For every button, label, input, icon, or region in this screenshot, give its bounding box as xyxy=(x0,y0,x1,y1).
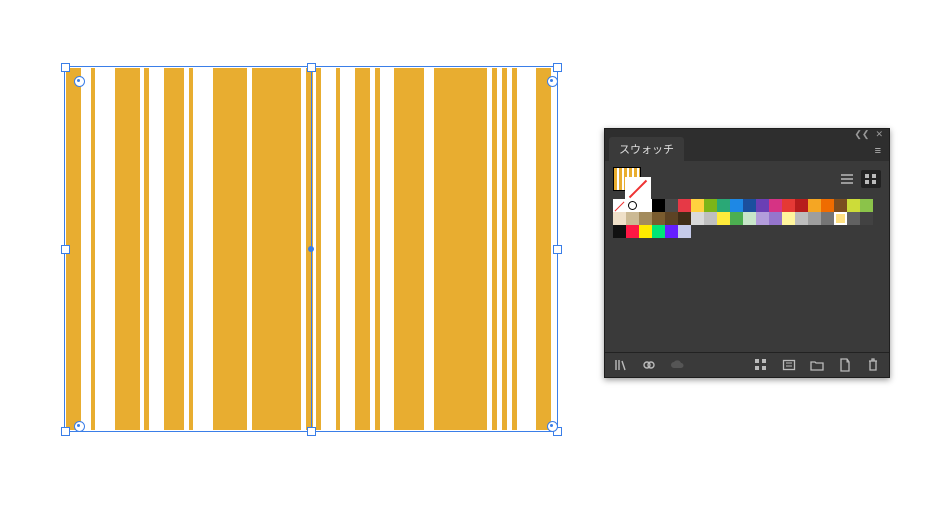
close-icon[interactable]: ✕ xyxy=(875,130,883,139)
libraries-icon[interactable] xyxy=(613,357,629,373)
swatch[interactable] xyxy=(652,212,665,225)
swatch[interactable] xyxy=(678,199,691,212)
swatch[interactable] xyxy=(821,212,834,225)
panel-footer xyxy=(605,352,889,377)
delete-icon[interactable] xyxy=(865,357,881,373)
swatch[interactable] xyxy=(691,212,704,225)
swatch[interactable] xyxy=(743,212,756,225)
swatch[interactable] xyxy=(626,199,639,212)
swatch[interactable] xyxy=(665,199,678,212)
swatch[interactable] xyxy=(704,199,717,212)
swatch[interactable] xyxy=(717,199,730,212)
canvas-selection[interactable] xyxy=(64,66,558,432)
swatch[interactable] xyxy=(847,212,860,225)
swatch[interactable] xyxy=(639,199,652,212)
swatch-options-icon[interactable] xyxy=(753,357,769,373)
swatch[interactable] xyxy=(678,212,691,225)
panel-empty-area xyxy=(605,242,889,352)
artwork-pattern-fill xyxy=(66,68,556,430)
swatch[interactable] xyxy=(821,199,834,212)
current-stroke-swatch[interactable] xyxy=(625,177,651,199)
swatch[interactable] xyxy=(639,212,652,225)
swatch[interactable] xyxy=(665,225,678,238)
swatch[interactable] xyxy=(743,199,756,212)
swatch-grid xyxy=(605,197,889,242)
swatch[interactable] xyxy=(795,212,808,225)
swatch[interactable] xyxy=(756,199,769,212)
swatch[interactable] xyxy=(847,199,860,212)
swatch[interactable] xyxy=(691,199,704,212)
new-folder-icon[interactable] xyxy=(809,357,825,373)
swatch[interactable] xyxy=(704,212,717,225)
swatch[interactable] xyxy=(756,212,769,225)
swatch[interactable] xyxy=(730,212,743,225)
swatch[interactable] xyxy=(652,225,665,238)
swatch[interactable] xyxy=(860,199,873,212)
swatch[interactable] xyxy=(626,212,639,225)
panel-tabbar: スウォッチ ≡ xyxy=(605,139,889,161)
swatch[interactable] xyxy=(626,225,639,238)
swatch[interactable] xyxy=(808,212,821,225)
swatch[interactable] xyxy=(730,199,743,212)
swatch[interactable] xyxy=(678,225,691,238)
swatch[interactable] xyxy=(834,212,847,225)
swatch[interactable] xyxy=(769,199,782,212)
swatch[interactable] xyxy=(782,199,795,212)
list-view-icon[interactable] xyxy=(837,170,857,188)
swatch[interactable] xyxy=(834,199,847,212)
new-swatch-icon[interactable] xyxy=(837,357,853,373)
new-group-icon[interactable] xyxy=(781,357,797,373)
panel-menu-icon[interactable]: ≡ xyxy=(867,141,889,161)
swatch[interactable] xyxy=(808,199,821,212)
swatch[interactable] xyxy=(860,212,873,225)
swatches-panel: ❮❮ ✕ スウォッチ ≡ xyxy=(604,128,890,378)
cloud-icon xyxy=(669,357,685,373)
swatch[interactable] xyxy=(782,212,795,225)
swatch[interactable] xyxy=(652,199,665,212)
swatch[interactable] xyxy=(639,225,652,238)
swatch[interactable] xyxy=(717,212,730,225)
swatch[interactable] xyxy=(769,212,782,225)
swatch[interactable] xyxy=(613,225,626,238)
swatch[interactable] xyxy=(613,199,626,212)
grid-view-icon[interactable] xyxy=(861,170,881,188)
tab-swatches[interactable]: スウォッチ xyxy=(609,137,684,161)
swatch-kind-icon[interactable] xyxy=(641,357,657,373)
panel-collapse-icon[interactable]: ❮❮ xyxy=(854,130,869,139)
swatch[interactable] xyxy=(665,212,678,225)
swatch[interactable] xyxy=(613,212,626,225)
swatch[interactable] xyxy=(795,199,808,212)
